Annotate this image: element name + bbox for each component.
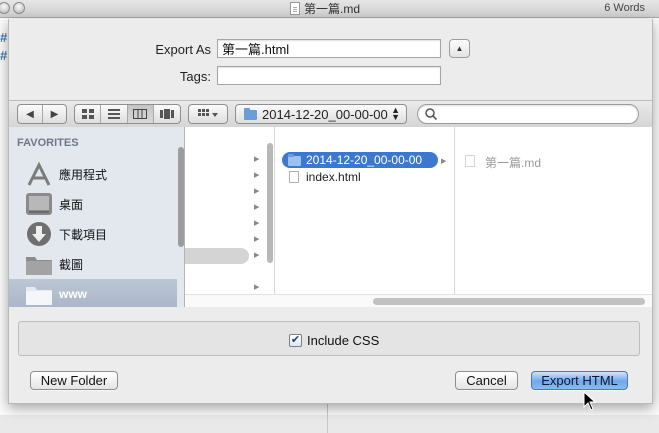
list-view-button[interactable] <box>101 105 128 123</box>
disclosure-arrow-icon: ▶ <box>254 188 260 195</box>
disclosure-arrow-icon: ▶ <box>254 252 260 259</box>
folder-icon <box>26 287 52 305</box>
export-options-box: ✔ Include CSS <box>18 321 640 356</box>
view-mode-control <box>74 104 181 124</box>
list-item-label: index.html <box>306 170 361 184</box>
downloads-icon <box>27 222 51 246</box>
sidebar-item-label: 截圖 <box>59 257 84 272</box>
horizontal-scrollbar[interactable] <box>185 294 652 307</box>
folder-icon <box>26 257 52 275</box>
browser-column-3: 第一篇.md <box>455 127 652 307</box>
browser-column-2: 2014-12-20_00-00-00 ▶ index.html ║ <box>275 127 455 307</box>
sidebar-item-www[interactable]: www <box>9 279 177 307</box>
disclosure-arrow-icon: ▶ <box>254 172 260 179</box>
list-view-icon <box>107 109 120 119</box>
disclosure-arrow-icon: ▶ <box>254 236 260 243</box>
updown-chevron-icon: ▲ ▼ <box>391 105 400 122</box>
sidebar-heading-favorites: FAVORITES <box>17 137 79 149</box>
icon-view-icon <box>81 109 94 119</box>
back-arrow-icon: ◀ <box>26 108 34 120</box>
forward-arrow-icon: ▶ <box>50 108 59 120</box>
location-popup[interactable]: 2014-12-20_00-00-00 ▲ ▼ <box>235 104 407 124</box>
back-forward-control: ◀ ▶ <box>17 104 67 124</box>
sidebar-scrollbar[interactable] <box>178 147 184 247</box>
arrange-button[interactable] <box>189 105 227 123</box>
sidebar-item-label: www <box>59 287 88 301</box>
document-icon <box>290 2 300 15</box>
search-icon <box>425 108 437 120</box>
window-title: 第一篇.md <box>304 2 361 16</box>
mouse-cursor-icon <box>583 391 597 411</box>
location-popup-label: 2014-12-20_00-00-00 <box>262 107 388 122</box>
cancel-button[interactable]: Cancel <box>455 371 518 390</box>
markdown-heading-mark: # <box>0 30 8 45</box>
sidebar-item-desktop[interactable]: 桌面 <box>9 189 177 219</box>
checkmark-icon: ✔ <box>290 334 301 346</box>
back-button[interactable]: ◀ <box>18 105 43 123</box>
disclosure-arrow-icon: ▶ <box>441 158 447 165</box>
tags-field[interactable] <box>217 66 441 85</box>
close-window-button[interactable] <box>0 2 10 14</box>
disclosure-arrow-icon: ▶ <box>254 220 260 227</box>
html-file-icon <box>289 171 299 183</box>
export-sheet: Export As ▲ Tags: ◀ ▶ <box>8 19 653 404</box>
window-title-group: 第一篇.md <box>290 1 360 16</box>
sidebar-item-downloads[interactable]: 下載項目 <box>9 219 177 249</box>
forward-button[interactable]: ▶ <box>43 105 66 123</box>
list-item-label: 2014-12-20_00-00-00 <box>306 153 423 167</box>
sidebar-item-label: 應用程式 <box>59 167 108 182</box>
cover-flow-icon <box>159 109 174 119</box>
column-view-button[interactable] <box>127 105 154 123</box>
export-as-field[interactable] <box>217 39 441 58</box>
list-item[interactable]: 第一篇.md <box>465 153 635 170</box>
sidebar-item-screenshots[interactable]: 截圖 <box>9 249 177 279</box>
cover-flow-view-button[interactable] <box>154 105 180 123</box>
new-folder-button[interactable]: New Folder <box>30 371 118 390</box>
horizontal-scroll-thumb[interactable] <box>373 298 645 305</box>
tags-label: Tags: <box>179 69 211 84</box>
export-html-button[interactable]: Export HTML <box>531 371 628 390</box>
sidebar: FAVORITES 應用程式 桌面 下載項目 截圖 www <box>9 127 185 307</box>
word-count: 6 Words <box>604 2 645 14</box>
disclosure-arrow-icon: ▶ <box>254 204 260 211</box>
include-css-checkbox[interactable]: ✔ <box>289 334 302 347</box>
list-item[interactable]: index.html <box>282 169 438 185</box>
sidebar-item-applications[interactable]: 應用程式 <box>9 159 177 189</box>
browser-column-1: ▶ ▶ ▶ ▶ ▶ ▶ ▶ ▶ <box>185 127 275 307</box>
chevron-up-icon: ▲ <box>455 44 464 53</box>
file-browser: ▶ ▶ ▶ ▶ ▶ ▶ ▶ ▶ 2014-12-20_00-00-00 ▶ in… <box>185 127 652 307</box>
arrange-menu[interactable] <box>188 104 228 124</box>
search-input[interactable] <box>440 106 634 124</box>
list-item-label: 第一篇.md <box>485 156 542 170</box>
export-as-label: Export As <box>155 42 211 57</box>
desktop-icon <box>26 193 52 215</box>
list-item[interactable]: 2014-12-20_00-00-00 <box>282 152 438 168</box>
icon-view-button[interactable] <box>75 105 102 123</box>
selected-path-row[interactable] <box>185 248 249 264</box>
column-view-icon <box>133 109 148 119</box>
include-css-label[interactable]: Include CSS <box>307 333 379 348</box>
window-titlebar: 第一篇.md 6 Words <box>0 0 659 18</box>
minimize-window-button[interactable] <box>13 2 25 14</box>
disclosure-arrow-icon: ▶ <box>254 156 260 163</box>
sidebar-item-label: 下載項目 <box>59 227 108 242</box>
sidebar-item-label: 桌面 <box>59 197 84 212</box>
column-scrollbar[interactable] <box>267 143 273 263</box>
folder-icon <box>288 154 301 166</box>
browser-toolbar: ◀ ▶ 2014-12-20_00-00-00 ▲ ▼ <box>9 100 652 128</box>
markdown-file-icon <box>465 155 475 167</box>
markdown-heading-mark: # <box>0 48 8 63</box>
editor-divider <box>327 404 328 433</box>
folder-icon <box>244 108 257 120</box>
search-field[interactable] <box>417 104 639 124</box>
applications-icon <box>27 161 51 186</box>
expand-dialog-button[interactable]: ▲ <box>449 39 470 58</box>
disclosure-arrow-icon: ▶ <box>254 284 260 291</box>
arrange-grid-icon <box>198 109 218 117</box>
